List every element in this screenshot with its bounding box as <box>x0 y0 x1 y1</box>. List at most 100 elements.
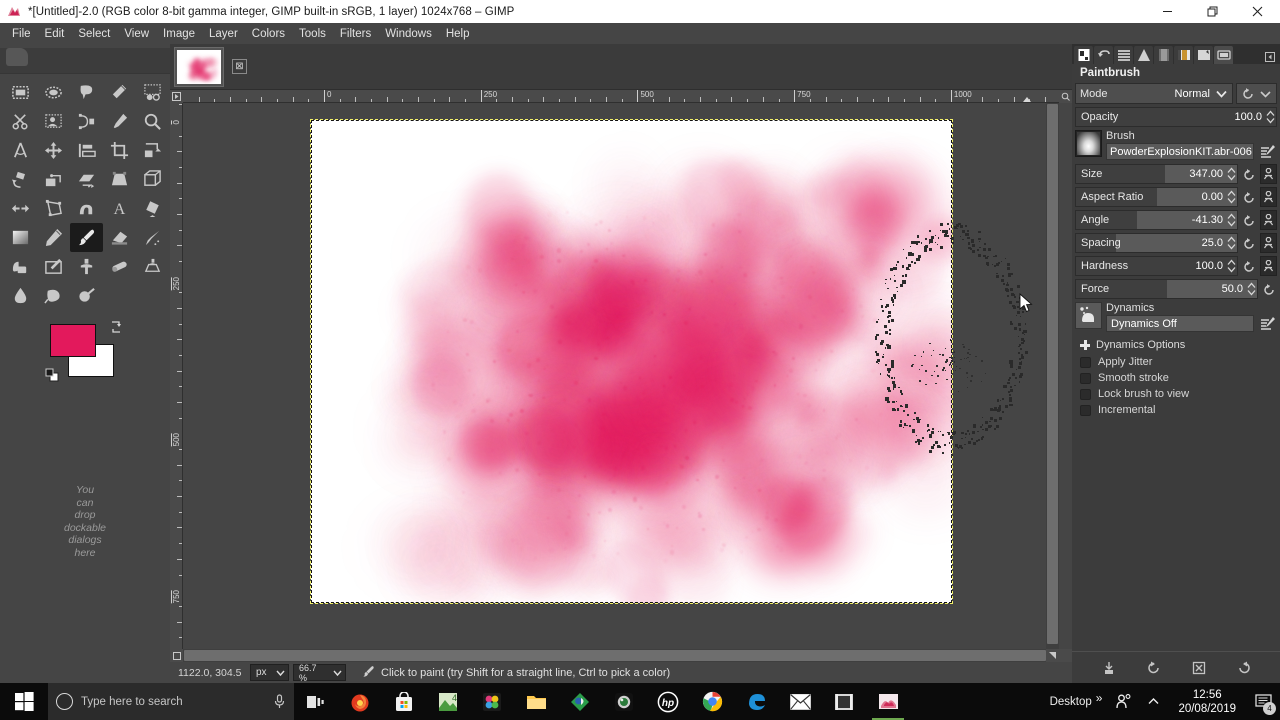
gimp-icon[interactable] <box>866 683 910 720</box>
dynamics-options-expander[interactable]: Dynamics Options <box>1072 336 1280 354</box>
horizontal-scrollbar[interactable] <box>183 649 1046 662</box>
horizontal-scroll-thumb[interactable] <box>184 650 1046 661</box>
dynamics-name-field[interactable]: Dynamics Off <box>1106 315 1254 332</box>
horizontal-ruler[interactable]: 0 250 500 750 1000 <box>183 90 1059 103</box>
scale-tool[interactable] <box>37 165 70 194</box>
notification-center-button[interactable]: 4 <box>1246 683 1280 720</box>
layers-tab[interactable] <box>1114 46 1133 64</box>
menu-edit[interactable]: Edit <box>38 26 72 42</box>
spacing-stepper[interactable] <box>1226 236 1237 250</box>
paths-tool[interactable] <box>70 107 103 136</box>
vertical-ruler[interactable]: 0 250 500 750 <box>170 103 183 649</box>
alignment-tool[interactable] <box>70 136 103 165</box>
swap-colors-icon[interactable] <box>109 320 123 334</box>
ink-tool[interactable] <box>4 252 37 281</box>
apply-jitter-row[interactable]: Apply Jitter <box>1072 354 1280 370</box>
force-slider[interactable]: Force 50.0 <box>1075 279 1258 299</box>
dynamics-preview[interactable] <box>1075 302 1102 329</box>
incremental-row[interactable]: Incremental <box>1072 402 1280 418</box>
vertical-scroll-thumb[interactable] <box>1047 104 1058 644</box>
brush-name-field[interactable]: PowderExplosionKIT.abr-006 <box>1106 143 1254 160</box>
eraser-tool[interactable] <box>103 223 136 252</box>
foreground-select-tool[interactable] <box>37 107 70 136</box>
bucket-fill-tool[interactable] <box>136 194 169 223</box>
edit-brush-icon[interactable] <box>1258 142 1277 161</box>
microsoft-edge-icon[interactable] <box>734 683 778 720</box>
heal-tool[interactable] <box>103 252 136 281</box>
vertical-scrollbar[interactable] <box>1046 103 1059 649</box>
delete-tool-preset-button[interactable] <box>1189 658 1209 678</box>
windows-start-icon[interactable] <box>0 683 48 720</box>
shear-tool[interactable] <box>70 165 103 194</box>
close-image-icon[interactable]: ⊠ <box>232 59 247 74</box>
undo-history-tab[interactable] <box>1094 46 1113 64</box>
smooth-stroke-row[interactable]: Smooth stroke <box>1072 370 1280 386</box>
zoom-tool[interactable] <box>136 107 169 136</box>
aspect-ratio-slider[interactable]: Aspect Ratio 0.00 <box>1075 187 1238 207</box>
unified-transform-tool[interactable] <box>136 136 169 165</box>
measure-tool[interactable] <box>4 136 37 165</box>
ruler-origin-button[interactable] <box>170 90 183 103</box>
link-spacing-button[interactable] <box>1260 233 1277 253</box>
spacing-slider[interactable]: Spacing 25.0 <box>1075 233 1238 253</box>
reset-force-icon[interactable] <box>1261 281 1277 298</box>
desktop-label[interactable]: Desktop <box>1046 696 1096 708</box>
size-stepper[interactable] <box>1226 167 1237 181</box>
microphone-icon[interactable] <box>273 694 286 709</box>
navigation-preview-button[interactable] <box>1046 649 1059 662</box>
zoom-selector[interactable]: 66.7 % <box>293 664 346 681</box>
menu-select[interactable]: Select <box>71 26 117 42</box>
pencil-tool[interactable] <box>37 223 70 252</box>
reset-colors-icon[interactable] <box>45 368 59 382</box>
angle-slider[interactable]: Angle -41.30 <box>1075 210 1238 230</box>
overflow-chevron[interactable]: » <box>1096 691 1109 713</box>
menu-help[interactable]: Help <box>439 26 477 42</box>
perspective-tool[interactable] <box>103 165 136 194</box>
ellipse-select-tool[interactable] <box>37 78 70 107</box>
paths-tab[interactable] <box>1154 46 1173 64</box>
google-chrome-icon[interactable] <box>690 683 734 720</box>
minimize-button[interactable] <box>1145 0 1190 23</box>
select-by-color-tool[interactable] <box>136 78 169 107</box>
warp-transform-tool[interactable] <box>70 194 103 223</box>
movie-maker-icon[interactable] <box>822 683 866 720</box>
aspect-ratio-stepper[interactable] <box>1226 190 1237 204</box>
rotate-tool[interactable] <box>4 165 37 194</box>
rectangle-select-tool[interactable] <box>4 78 37 107</box>
menu-colors[interactable]: Colors <box>245 26 292 42</box>
save-tool-preset-button[interactable] <box>1099 658 1119 678</box>
task-view-icon[interactable] <box>294 683 338 720</box>
flip-tool[interactable] <box>4 194 37 223</box>
menu-file[interactable]: File <box>5 26 38 42</box>
hardness-slider[interactable]: Hardness 100.0 <box>1075 256 1238 276</box>
mypaint-brush-tool[interactable] <box>37 252 70 281</box>
lock-brush-to-view-row[interactable]: Lock brush to view <box>1072 386 1280 402</box>
brush-preview[interactable] <box>1075 130 1102 157</box>
smooth-stroke-checkbox[interactable] <box>1080 373 1091 384</box>
search-input[interactable]: Type here to search <box>48 683 294 720</box>
menu-image[interactable]: Image <box>156 26 202 42</box>
cage-transform-tool[interactable] <box>37 194 70 223</box>
taskbar-clock[interactable]: 12:56 20/08/2019 <box>1168 688 1246 716</box>
scissors-select-tool[interactable] <box>4 107 37 136</box>
link-aspect-ratio-button[interactable] <box>1260 187 1277 207</box>
patterns-tab[interactable] <box>1194 46 1213 64</box>
airbrush-tool[interactable] <box>136 223 169 252</box>
restore-tool-preset-button[interactable] <box>1144 658 1164 678</box>
foreground-color-swatch[interactable] <box>50 324 96 357</box>
unit-selector[interactable]: px <box>250 664 289 681</box>
microsoft-store-icon[interactable] <box>382 683 426 720</box>
size-slider[interactable]: Size 347.00 <box>1075 164 1238 184</box>
mail-icon[interactable] <box>778 683 822 720</box>
link-angle-button[interactable] <box>1260 210 1277 230</box>
blur-sharpen-tool[interactable] <box>4 281 37 310</box>
channels-tab[interactable] <box>1134 46 1153 64</box>
opacity-slider[interactable]: Opacity 100.0 <box>1075 107 1277 127</box>
move-tool[interactable] <box>37 136 70 165</box>
smudge-tool[interactable] <box>37 281 70 310</box>
lock-brush-to-view-checkbox[interactable] <box>1080 389 1091 400</box>
apply-jitter-checkbox[interactable] <box>1080 357 1091 368</box>
image-canvas[interactable] <box>311 120 952 603</box>
reset-aspect-ratio-icon[interactable] <box>1241 189 1257 206</box>
zoom-image-button[interactable] <box>1059 90 1072 103</box>
